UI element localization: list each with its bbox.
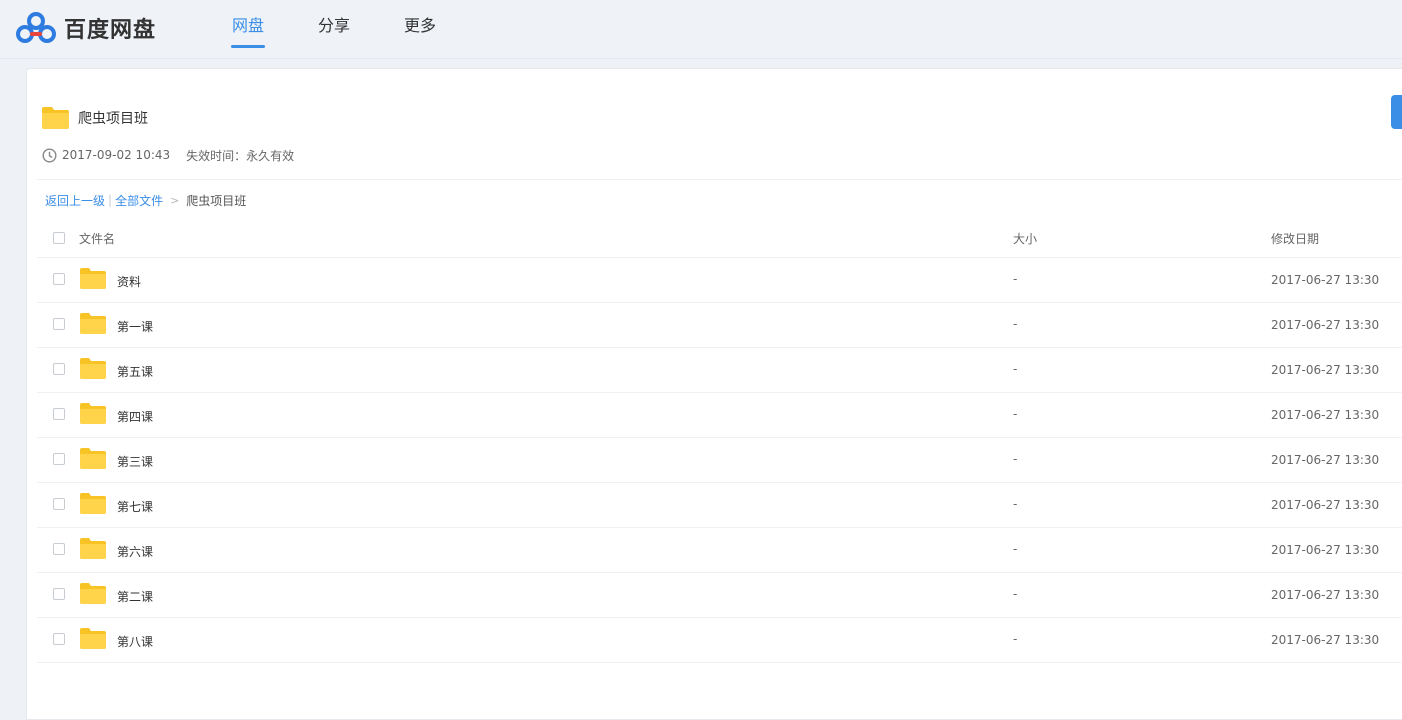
file-modified-date: 2017-06-27 13:30 [1271, 408, 1380, 422]
column-header-date[interactable]: 修改日期 [1271, 230, 1319, 247]
brand-name: 百度网盘 [64, 18, 157, 43]
file-name[interactable]: 第二课 [117, 588, 153, 605]
share-meta: 2017-09-02 10:43 失效时间：永久有效 [42, 147, 294, 163]
file-name[interactable]: 第七课 [117, 498, 153, 515]
row-checkbox[interactable] [53, 633, 65, 645]
divider [37, 179, 1402, 180]
table-row[interactable]: 第五课 - 2017-06-27 13:30 [37, 348, 1402, 393]
baidu-cloud-logo-icon [15, 11, 57, 45]
file-size: - [1013, 407, 1018, 421]
file-size: - [1013, 317, 1018, 331]
table-row[interactable]: 第四课 - 2017-06-27 13:30 [37, 393, 1402, 438]
nav-item-more[interactable]: 更多 [377, 0, 463, 58]
file-name[interactable]: 第六课 [117, 543, 153, 560]
file-modified-date: 2017-06-27 13:30 [1271, 498, 1380, 512]
row-checkbox[interactable] [53, 543, 65, 555]
breadcrumb-current: 爬虫项目班 [186, 193, 247, 208]
file-size: - [1013, 542, 1018, 556]
file-modified-date: 2017-06-27 13:30 [1271, 543, 1380, 557]
row-checkbox[interactable] [53, 588, 65, 600]
table-row[interactable]: 第二课 - 2017-06-27 13:30 [37, 573, 1402, 618]
share-header: 爬虫项目班 [42, 107, 148, 129]
column-header-name[interactable]: 文件名 [79, 230, 115, 247]
table-header: 文件名 大小 修改日期 [37, 217, 1402, 258]
row-checkbox[interactable] [53, 408, 65, 420]
folder-icon [80, 313, 106, 334]
share-expire: 失效时间：永久有效 [186, 148, 295, 163]
file-modified-date: 2017-06-27 13:30 [1271, 633, 1380, 647]
folder-icon [80, 493, 106, 514]
clock-icon [42, 147, 57, 163]
nav-item-wangpan[interactable]: 网盘 [205, 0, 291, 58]
file-name[interactable]: 第八课 [117, 633, 153, 650]
file-size: - [1013, 497, 1018, 511]
folder-icon [80, 538, 106, 559]
row-checkbox[interactable] [53, 453, 65, 465]
select-all-checkbox[interactable] [53, 232, 65, 244]
top-nav: 网盘 分享 更多 [205, 0, 463, 58]
breadcrumb-arrow: > [170, 193, 180, 207]
file-modified-date: 2017-06-27 13:30 [1271, 363, 1380, 377]
file-name[interactable]: 第三课 [117, 453, 153, 470]
brand-logo[interactable]: 百度网盘 [15, 10, 156, 46]
table-body: 资料 - 2017-06-27 13:30 第一课 - 2017-06-27 1… [37, 258, 1402, 663]
table-row[interactable]: 第七课 - 2017-06-27 13:30 [37, 483, 1402, 528]
file-size: - [1013, 362, 1018, 376]
file-name[interactable]: 资料 [117, 273, 141, 290]
share-title: 爬虫项目班 [78, 111, 148, 127]
file-modified-date: 2017-06-27 13:30 [1271, 273, 1380, 287]
file-modified-date: 2017-06-27 13:30 [1271, 453, 1380, 467]
back-link[interactable]: 返回上一级 [45, 192, 105, 209]
file-size: - [1013, 587, 1018, 601]
file-name[interactable]: 第一课 [117, 318, 153, 335]
file-name[interactable]: 第五课 [117, 363, 153, 380]
folder-icon [80, 268, 106, 289]
share-panel: 爬虫项目班 2017-09-02 10:43 失效时间：永久有效 返回上一级 |… [26, 68, 1402, 720]
table-row[interactable]: 第一课 - 2017-06-27 13:30 [37, 303, 1402, 348]
file-size: - [1013, 452, 1018, 466]
table-row[interactable]: 第三课 - 2017-06-27 13:30 [37, 438, 1402, 483]
breadcrumb: 返回上一级 | 全部文件 > 爬虫项目班 [45, 191, 246, 209]
folder-icon [80, 583, 106, 604]
folder-icon [80, 448, 106, 469]
column-header-size[interactable]: 大小 [1013, 230, 1037, 247]
share-date: 2017-09-02 10:43 [62, 148, 171, 162]
side-action-tab[interactable] [1391, 95, 1402, 129]
folder-icon [80, 628, 106, 649]
row-checkbox[interactable] [53, 498, 65, 510]
file-size: - [1013, 632, 1018, 646]
row-checkbox[interactable] [53, 273, 65, 285]
row-checkbox[interactable] [53, 363, 65, 375]
file-modified-date: 2017-06-27 13:30 [1271, 588, 1380, 602]
top-bar: 百度网盘 网盘 分享 更多 [0, 0, 1402, 59]
file-modified-date: 2017-06-27 13:30 [1271, 318, 1380, 332]
file-name[interactable]: 第四课 [117, 408, 153, 425]
file-table: 文件名 大小 修改日期 资料 - 2017-06-27 13:30 第一课 - … [37, 217, 1402, 663]
table-row[interactable]: 第八课 - 2017-06-27 13:30 [37, 618, 1402, 663]
nav-item-share[interactable]: 分享 [291, 0, 377, 58]
breadcrumb-separator: | [108, 193, 113, 207]
folder-icon [80, 403, 106, 424]
file-size: - [1013, 272, 1018, 286]
folder-icon [80, 358, 106, 379]
all-files-link[interactable]: 全部文件 [115, 192, 163, 209]
folder-icon [42, 107, 69, 129]
row-checkbox[interactable] [53, 318, 65, 330]
table-row[interactable]: 资料 - 2017-06-27 13:30 [37, 258, 1402, 303]
table-row[interactable]: 第六课 - 2017-06-27 13:30 [37, 528, 1402, 573]
